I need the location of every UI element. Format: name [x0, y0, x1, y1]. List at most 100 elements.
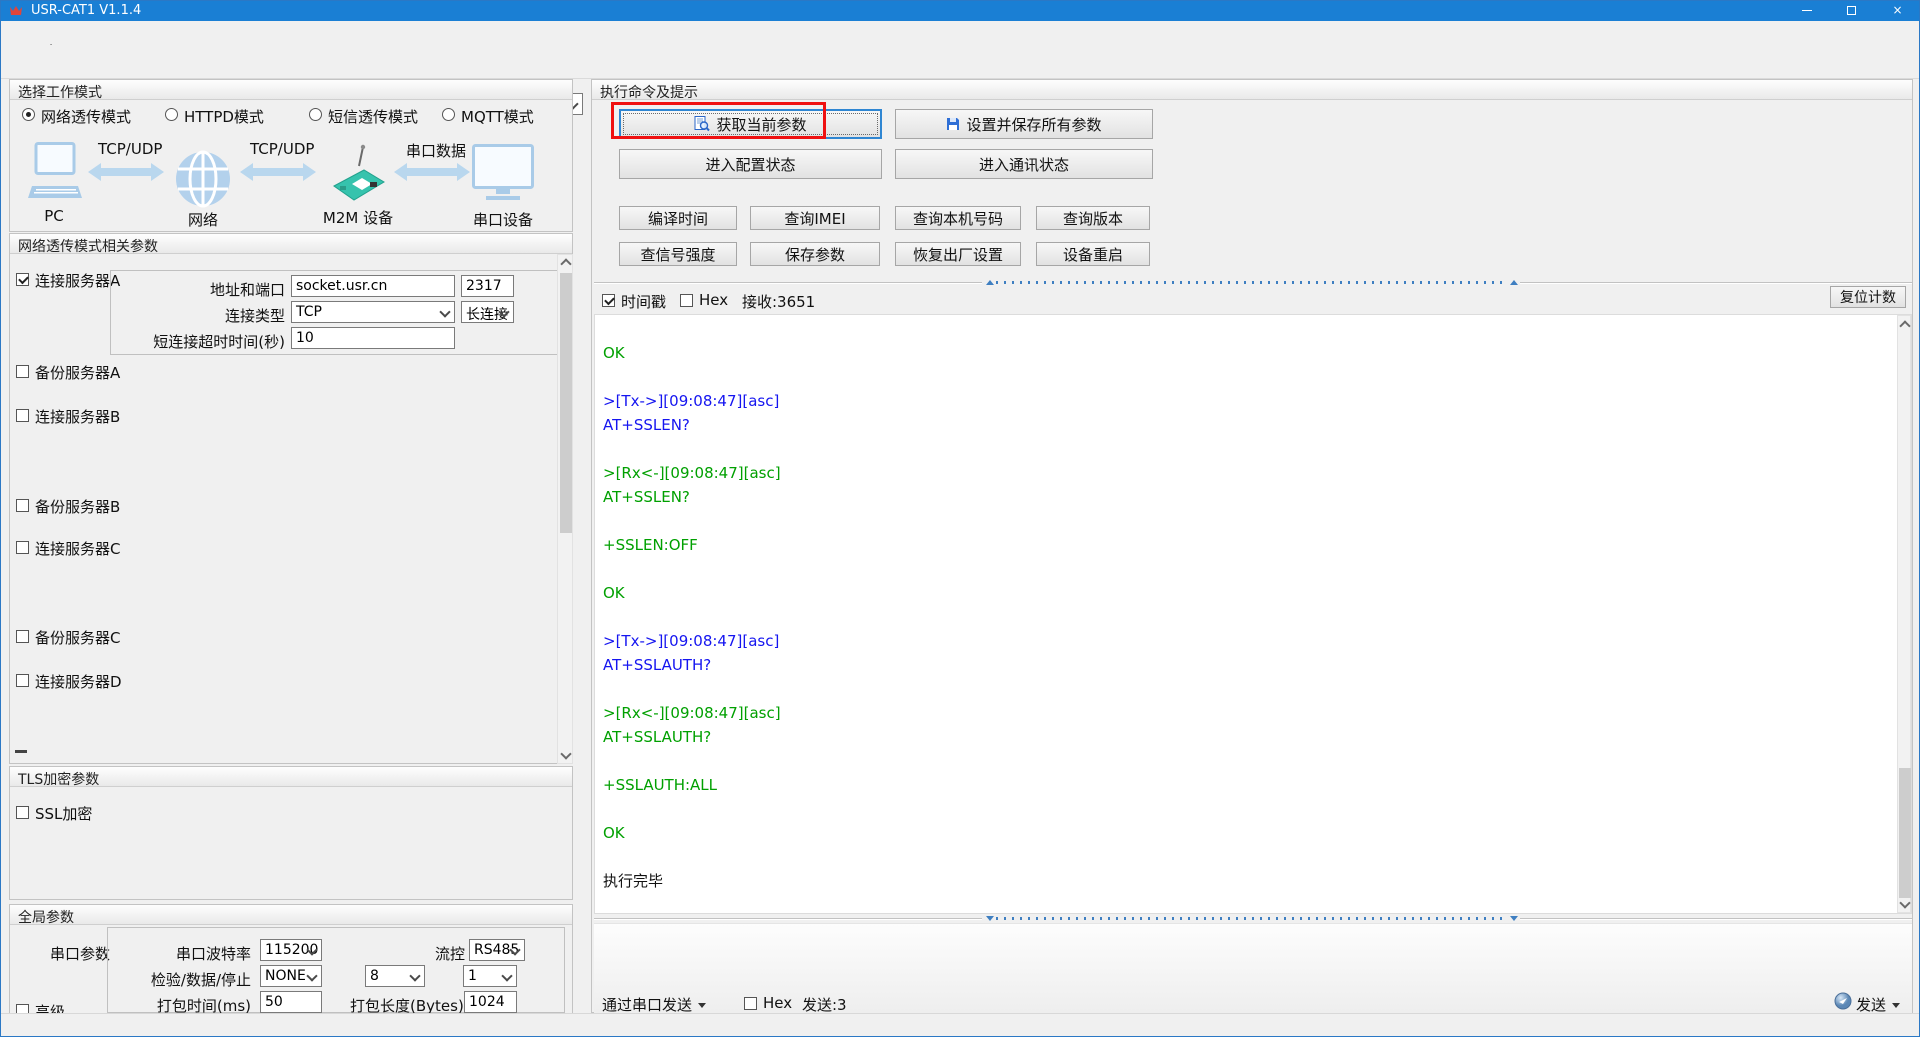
log-line: >[Tx->][09:08:47][asc]	[603, 389, 1883, 413]
title-bar: USR-CAT1 V1.1.4 ×	[1, 1, 1920, 21]
log-scrollbar[interactable]	[1897, 315, 1911, 913]
keepalive-select[interactable]: 长连接	[461, 301, 514, 323]
uart-parity-value: NONE	[265, 968, 306, 984]
server-a-port-input[interactable]: 2317	[461, 275, 514, 297]
chevron-down-icon	[306, 970, 317, 981]
chevron-down-icon	[698, 1003, 706, 1008]
timestamp-checkbox[interactable]	[602, 294, 615, 307]
log-line: AT+SSLAUTH?	[603, 725, 1883, 749]
radio-net-passthrough-label: 网络透传模式	[41, 106, 131, 127]
flow-ctrl-select[interactable]: RS485	[469, 939, 525, 961]
query-signal-button[interactable]: 查信号强度	[619, 242, 737, 266]
backup-a-checkbox[interactable]	[16, 365, 29, 378]
scroll-down-arrow-icon[interactable]	[558, 747, 574, 763]
query-imei-label: 查询IMEI	[784, 208, 845, 229]
log-splitter-bottom[interactable]	[594, 914, 1912, 923]
close-button[interactable]: ×	[1874, 1, 1920, 21]
server-a-label: 连接服务器A	[35, 270, 120, 291]
uart-stopbits-select[interactable]: 1	[463, 965, 517, 987]
radio-sms-passthrough[interactable]	[309, 108, 322, 121]
pack-len-input[interactable]: 1024	[464, 991, 517, 1013]
recv-count: 接收:3651	[742, 291, 815, 312]
compile-time-button[interactable]: 编译时间	[619, 206, 737, 230]
addr-port-label: 地址和端口	[131, 279, 285, 300]
server-a-address-input[interactable]: socket.usr.cn	[291, 275, 455, 297]
radio-sms-passthrough-label: 短信透传模式	[328, 106, 418, 127]
server-a-checkbox[interactable]	[16, 273, 29, 286]
backup-c-checkbox[interactable]	[16, 630, 29, 643]
arrow-left-right-icon	[88, 162, 164, 182]
log-line: OK	[603, 821, 1883, 845]
server-b-checkbox[interactable]	[16, 409, 29, 422]
log-line	[603, 557, 1883, 581]
set-save-params-button[interactable]: 设置并保存所有参数	[895, 109, 1153, 139]
send-via-serial-label: 通过串口发送	[602, 996, 692, 1014]
radio-net-passthrough[interactable]	[22, 108, 35, 121]
splitter-arrow-icon[interactable]	[1510, 280, 1518, 285]
radio-mqtt-label: MQTT模式	[461, 106, 534, 127]
save-floppy-icon	[946, 117, 960, 131]
server-d-checkbox[interactable]	[16, 674, 29, 687]
serial-params-box: 串口波特率 115200 流控 RS485 检验/数据/停止 NONE 8 1 …	[107, 927, 565, 1013]
send-via-serial-button[interactable]: 通过串口发送	[602, 994, 706, 1015]
server-c-checkbox[interactable]	[16, 541, 29, 554]
pack-time-input[interactable]: 50	[260, 991, 322, 1013]
scroll-up-arrow-icon[interactable]	[1898, 316, 1912, 332]
uart-parity-select[interactable]: NONE	[260, 965, 322, 987]
query-number-button[interactable]: 查询本机号码	[895, 206, 1021, 230]
scrollbar-thumb[interactable]	[560, 273, 572, 533]
send-hex-checkbox[interactable]	[744, 997, 757, 1010]
conn-type-select[interactable]: TCP	[291, 301, 455, 323]
log-hex-checkbox[interactable]	[680, 294, 693, 307]
log-line: OK	[603, 581, 1883, 605]
enter-comm-button[interactable]: 进入通讯状态	[895, 149, 1153, 179]
global-params-title: 全局参数	[10, 905, 572, 925]
log-line: +SSLEN:OFF	[603, 533, 1883, 557]
get-params-label: 获取当前参数	[716, 114, 806, 135]
log-line: >[Rx<-][09:08:47][asc]	[603, 701, 1883, 725]
ssl-label: SSL加密	[35, 803, 92, 824]
minimize-button[interactable]	[1784, 1, 1829, 21]
radio-httpd[interactable]	[165, 108, 178, 121]
search-doc-icon	[694, 116, 710, 132]
arrow-left-right-icon	[240, 162, 316, 182]
uart-baud-select[interactable]: 115200	[260, 939, 322, 961]
log-output[interactable]: OK >[Tx->][09:08:47][asc] AT+SSLEN? >[Rx…	[594, 314, 1912, 914]
enter-comm-label: 进入通讯状态	[979, 154, 1069, 175]
chevron-down-icon	[439, 306, 450, 317]
reboot-button[interactable]: 设备重启	[1036, 242, 1150, 266]
factory-reset-button[interactable]: 恢复出厂设置	[895, 242, 1021, 266]
scroll-up-arrow-icon[interactable]	[558, 255, 574, 271]
backup-a-label: 备份服务器A	[35, 362, 120, 383]
radio-mqtt[interactable]	[442, 108, 455, 121]
log-splitter-top[interactable]	[594, 278, 1912, 287]
splitter-arrow-icon[interactable]	[986, 280, 994, 285]
query-version-button[interactable]: 查询版本	[1036, 206, 1150, 230]
backup-b-checkbox[interactable]	[16, 499, 29, 512]
uart-baud-label: 串口波特率	[129, 943, 251, 964]
command-panel-title: 执行命令及提示	[592, 80, 1912, 100]
reset-count-button[interactable]: 复位计数	[1830, 286, 1906, 308]
query-imei-button[interactable]: 查询IMEI	[750, 206, 880, 230]
global-params-group: 全局参数 串口参数 串口波特率 115200 流控 RS485 检验/数据/停止…	[9, 904, 573, 1014]
get-params-button[interactable]: 获取当前参数	[619, 109, 882, 139]
splitter-arrow-icon[interactable]	[1510, 916, 1518, 921]
enter-config-button[interactable]: 进入配置状态	[619, 149, 882, 179]
set-save-params-label: 设置并保存所有参数	[966, 114, 1101, 135]
scrollbar-thumb[interactable]	[1899, 768, 1911, 898]
save-params-button[interactable]: 保存参数	[750, 242, 880, 266]
splitter-arrow-icon[interactable]	[986, 916, 994, 921]
network-label: 网络	[178, 209, 228, 230]
ssl-checkbox[interactable]	[16, 806, 29, 819]
short-conn-timeout-input[interactable]: 10	[291, 327, 455, 349]
uart-databits-select[interactable]: 8	[365, 965, 425, 987]
menu-bar: 文件 Language	[1, 21, 1920, 46]
maximize-button[interactable]	[1829, 1, 1874, 21]
log-line: 执行完毕	[603, 869, 1883, 893]
send-button[interactable]: 发送	[1856, 994, 1900, 1015]
enter-config-label: 进入配置状态	[705, 154, 795, 175]
query-version-label: 查询版本	[1063, 208, 1123, 229]
app-icon	[9, 4, 23, 18]
net-params-scrollbar[interactable]	[557, 254, 573, 764]
scroll-down-arrow-icon[interactable]	[1898, 896, 1912, 912]
